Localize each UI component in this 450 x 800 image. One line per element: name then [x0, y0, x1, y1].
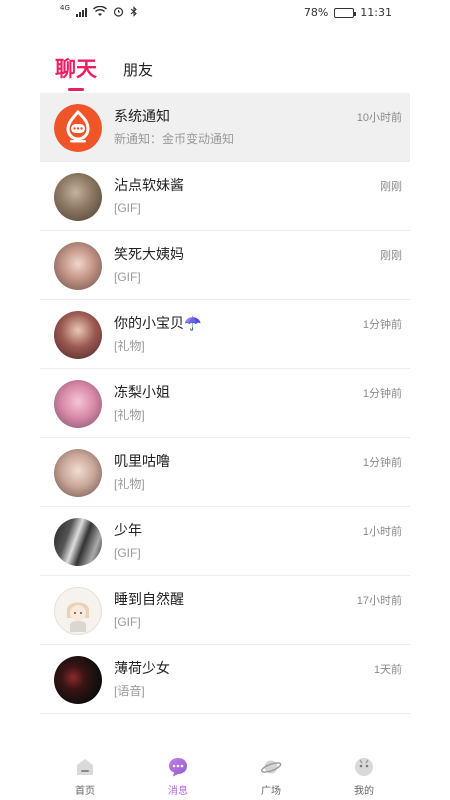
- conversation-item[interactable]: 冻梨小姐 [礼物] 1分钟前: [40, 369, 410, 438]
- conversation-name: 笑死大姨妈: [114, 245, 184, 262]
- battery-icon: [334, 7, 357, 18]
- conversation-preview: [礼物]: [114, 407, 145, 422]
- nav-label-home: 首页: [75, 786, 95, 797]
- bluetooth-icon: [130, 6, 137, 17]
- system-notification-avatar: [54, 103, 102, 152]
- conversation-time: 1分钟前: [362, 319, 402, 331]
- conversation-item[interactable]: 你的小宝贝☂️ [礼物] 1分钟前: [40, 300, 410, 369]
- system-notification-icon: [54, 103, 102, 152]
- message-icon: [169, 758, 187, 777]
- status-bar: 4G 78% 11:31: [0, 0, 450, 28]
- home-icon: [77, 759, 93, 775]
- avatar: [54, 241, 102, 290]
- avatar: [54, 586, 102, 635]
- clock: 11:31: [360, 6, 392, 19]
- avatar: [54, 655, 102, 704]
- status-icons-left: 4G: [60, 3, 138, 17]
- bottom-nav: 首页 消息 广场 我的: [0, 746, 450, 800]
- conversation-time: 刚刚: [380, 250, 402, 262]
- conversation-item[interactable]: 笑死大姨妈 [GIF] 刚刚: [40, 231, 410, 300]
- avatar: [54, 310, 102, 359]
- alarm-icon: [113, 7, 123, 17]
- conversation-time: 17小时前: [356, 595, 402, 607]
- conversation-preview: [GIF]: [114, 614, 141, 629]
- nav-item-home[interactable]: 首页: [55, 756, 115, 797]
- nav-item-messages[interactable]: 消息: [148, 756, 208, 797]
- conversation-item[interactable]: 睡到自然醒 [GIF] 17小时前: [40, 576, 410, 645]
- conversation-preview: [礼物]: [114, 338, 145, 353]
- avatar: [54, 517, 102, 566]
- tab-chat[interactable]: 聊天: [55, 53, 97, 91]
- status-icons-right: 78% 11:31: [304, 6, 392, 19]
- conversation-name: 薄荷少女: [114, 659, 170, 676]
- conversation-preview: 新通知：金币变动通知: [114, 131, 235, 146]
- conversation-time: 1分钟前: [362, 388, 402, 400]
- avatar: [54, 448, 102, 497]
- conversation-preview: [语音]: [114, 683, 145, 698]
- wifi-icon: [92, 6, 107, 16]
- conversation-preview: [GIF]: [114, 200, 141, 215]
- conversation-time: 刚刚: [380, 181, 402, 193]
- conversation-preview: [GIF]: [114, 545, 141, 560]
- nav-label-profile: 我的: [354, 786, 374, 797]
- conversation-time: 1小时前: [362, 526, 402, 538]
- conversation-list: 系统通知 新通知：金币变动通知 10小时前 沾点软妹酱 [GIF] 刚刚 笑死大…: [40, 93, 410, 714]
- signal-icon: [75, 7, 87, 17]
- conversation-item[interactable]: 沾点软妹酱 [GIF] 刚刚: [40, 162, 410, 231]
- planet-icon: [261, 760, 282, 774]
- conversation-time: 1分钟前: [362, 457, 402, 469]
- tab-friends[interactable]: 朋友: [123, 59, 153, 89]
- conversation-name: 沾点软妹酱: [114, 176, 184, 193]
- profile-icon: [355, 758, 373, 776]
- conversation-item[interactable]: 叽里咕噜 [礼物] 1分钟前: [40, 438, 410, 507]
- avatar: [54, 379, 102, 428]
- nav-label-plaza: 广场: [261, 786, 281, 797]
- top-tabs: 聊天 朋友: [55, 53, 153, 91]
- conversation-time: 10小时前: [356, 112, 402, 124]
- conversation-item-system[interactable]: 系统通知 新通知：金币变动通知 10小时前: [40, 93, 410, 162]
- conversation-preview: [礼物]: [114, 476, 145, 491]
- nav-item-profile[interactable]: 我的: [334, 756, 394, 797]
- conversation-item[interactable]: 薄荷少女 [语音] 1天前: [40, 645, 410, 714]
- conversation-preview: [GIF]: [114, 269, 141, 284]
- network-type-label: 4G: [60, 3, 70, 12]
- illustration-avatar-icon: [67, 602, 89, 632]
- nav-item-plaza[interactable]: 广场: [241, 756, 301, 797]
- nav-label-messages: 消息: [168, 786, 188, 797]
- conversation-item[interactable]: 少年 [GIF] 1小时前: [40, 507, 410, 576]
- conversation-time: 1天前: [373, 664, 402, 676]
- avatar: [54, 172, 102, 221]
- battery-percent: 78%: [303, 6, 329, 19]
